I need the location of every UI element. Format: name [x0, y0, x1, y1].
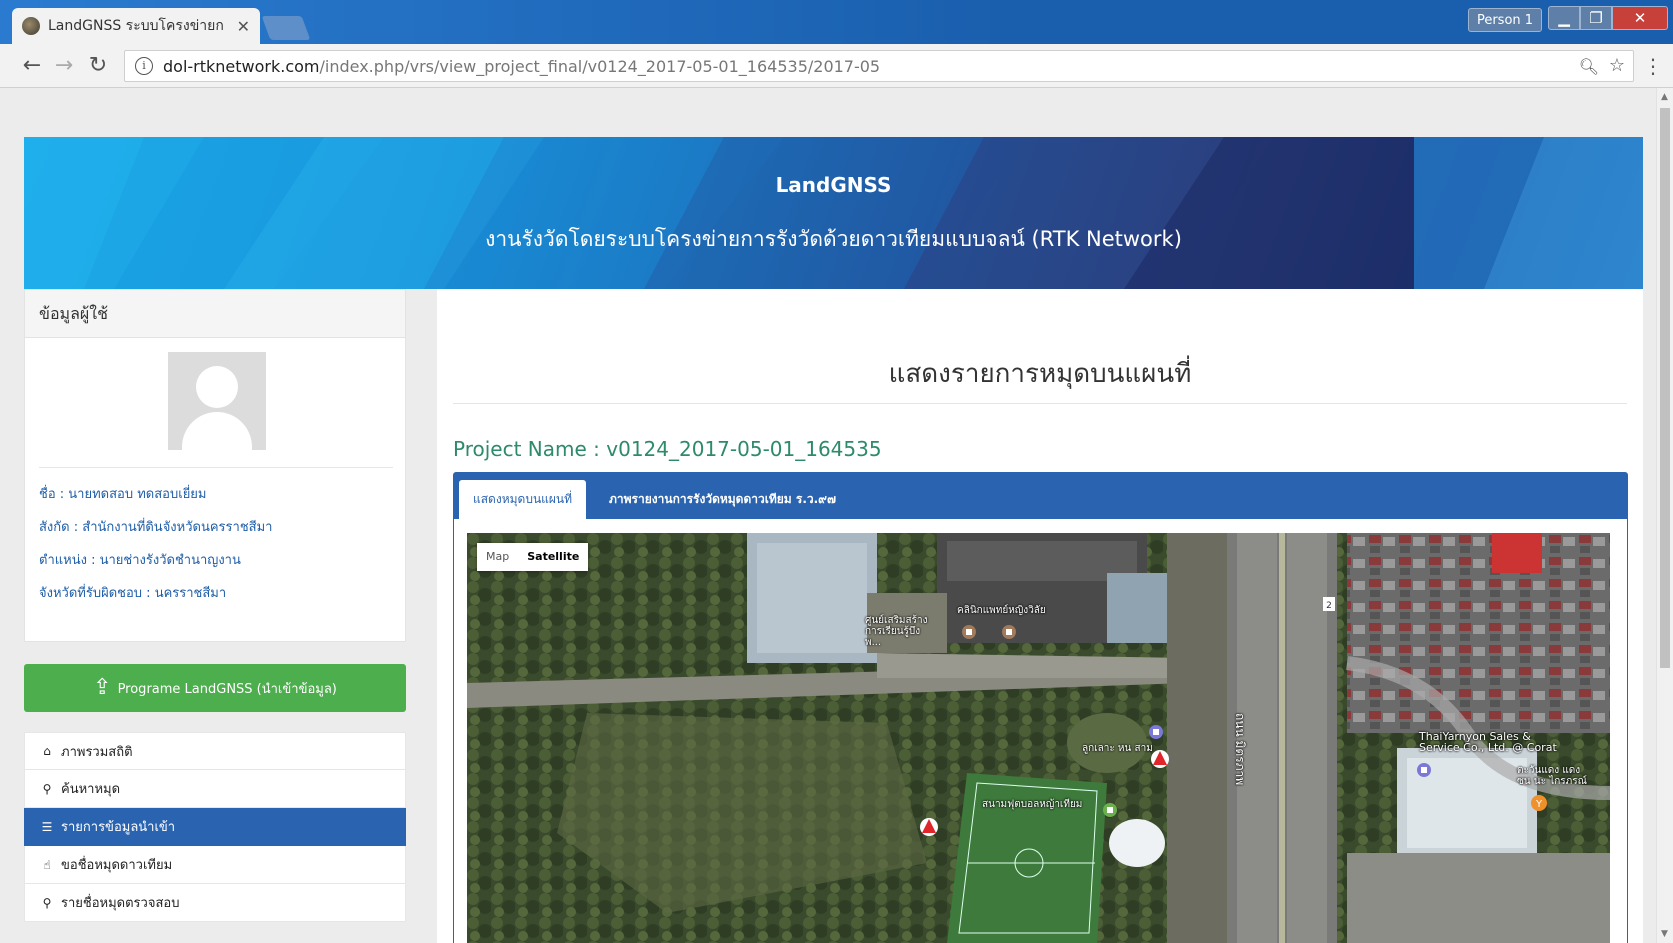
map-type-map-button[interactable]: Map	[477, 543, 518, 571]
tab-show-map[interactable]: แสดงหมุดบนแผนที่	[459, 480, 587, 519]
browser-toolbar: ← → ↻ i dol-rtknetwork.com/index.php/vrs…	[0, 44, 1673, 88]
hand-icon: ☝	[43, 857, 51, 872]
svg-text:Y: Y	[1535, 799, 1543, 810]
user-info-panel: ข้อมูลผู้ใช้ ชื่อ : นายทดสอบ ทดสอบเยี่ยม…	[24, 289, 406, 642]
page-title: แสดงรายการหมุดบนแผนที่	[888, 359, 1192, 389]
user-name-row: ชื่อ : นายทดสอบ ทดสอบเยี่ยม	[39, 487, 207, 502]
map-type-control: Map Satellite	[477, 543, 589, 571]
sidebar-item-statistics[interactable]: ⌂ ภาพรวมสถิติ	[24, 732, 406, 770]
map-type-satellite-button[interactable]: Satellite	[518, 543, 588, 571]
maximize-icon[interactable]: ❐	[1580, 6, 1612, 30]
tab-title: LandGNSS ระบบโครงข่ายก	[48, 18, 224, 34]
map-label-road: ถนน มิตรภาพ	[1233, 713, 1247, 786]
avatar	[168, 352, 266, 450]
map-label-place3: ลูกเลาะ หน สาม	[1082, 743, 1153, 754]
new-tab-button[interactable]	[261, 16, 311, 40]
upload-icon: ⇪	[93, 675, 112, 700]
header-banner: LandGNSS งานรังวัดโดยระบบโครงข่ายการรังว…	[24, 137, 1643, 289]
scroll-up-icon[interactable]: ▲	[1661, 92, 1668, 102]
search-icon: ⚲	[42, 781, 52, 796]
import-button-label: Programe LandGNSS (นำเข้าข้อมูล)	[117, 681, 337, 697]
map-label-place4: สนามฟุตบอลหญ้าเทียม	[982, 799, 1083, 810]
import-program-button[interactable]: ⇪ Programe LandGNSS (นำเข้าข้อมูล)	[24, 664, 406, 712]
window-close-icon[interactable]: ✕	[1612, 6, 1668, 30]
url-domain: dol-rtknetwork.com	[163, 56, 320, 76]
profile-button[interactable]: Person 1	[1468, 8, 1542, 32]
favicon-icon	[22, 17, 40, 35]
sidebar-item-check-points[interactable]: ⚲ รายชื่อหมุดตรวจสอบ	[24, 884, 406, 922]
zoom-icon[interactable]: 🔍︎	[1579, 57, 1599, 76]
divider	[39, 467, 393, 468]
browser-tab[interactable]: LandGNSS ระบบโครงข่ายก ✕	[12, 8, 260, 44]
bookmark-star-icon[interactable]: ☆	[1609, 55, 1625, 76]
scroll-thumb[interactable]	[1660, 108, 1670, 668]
site-subtitle: งานรังวัดโดยระบบโครงข่ายการรังวัดด้วยดาว…	[485, 227, 1182, 251]
project-name: Project Name : v0124_2017-05-01_164535	[453, 437, 882, 461]
map-label-place1: ศูนย์เสริมสร้าง การเรียนรู้บึงพ...	[865, 615, 928, 648]
page-content: LandGNSS งานรังวัดโดยระบบโครงข่ายการรังว…	[0, 88, 1673, 943]
map-label-place2: คลินิกแพทย์หญิงวิลัย	[957, 605, 1046, 616]
sidebar-item-request-name[interactable]: ☝ ขอชื่อหมุดดาวเทียม	[24, 846, 406, 884]
user-province-row: จังหวัดที่รับผิดชอบ : นครราชสีมา	[39, 586, 227, 601]
tab-survey-report[interactable]: ภาพรายงานการรังวัดหมุดดาวเทียม ร.ว.๙๗	[595, 480, 850, 519]
page-scrollbar[interactable]: ▲ ▼	[1656, 88, 1673, 943]
list-icon: ☰	[41, 819, 53, 834]
sidebar-item-import-list[interactable]: ☰ รายการข้อมูลนำเข้า	[24, 808, 406, 846]
user-position-row: ตำแหน่ง : นายช่างรังวัดชำนาญงาน	[39, 553, 241, 568]
scroll-down-icon[interactable]: ▼	[1661, 929, 1668, 939]
svg-text:2: 2	[1326, 601, 1332, 611]
site-title: LandGNSS	[775, 173, 892, 197]
user-panel-heading: ข้อมูลผู้ใช้	[25, 290, 405, 338]
user-office-row: สังกัด : สำนักงานที่ดินจังหวัดนครราชสีมา	[39, 520, 273, 535]
map-label-place6: ตะวันแดง แดง ซน นะ ไกรภรณ์	[1517, 765, 1587, 787]
address-bar[interactable]: i dol-rtknetwork.com/index.php/vrs/view_…	[124, 50, 1634, 82]
reload-icon[interactable]: ↻	[86, 54, 110, 78]
close-tab-icon[interactable]: ✕	[237, 17, 250, 36]
home-icon: ⌂	[43, 744, 51, 758]
info-icon[interactable]: i	[135, 57, 153, 75]
sidebar-item-search[interactable]: ⚲ ค้นหาหมุด	[24, 770, 406, 808]
minimize-icon[interactable]: ▁	[1548, 6, 1580, 30]
url-path: /index.php/vrs/view_project_final/v0124_…	[319, 56, 881, 76]
sidebar-menu: ⌂ ภาพรวมสถิติ ⚲ ค้นหาหมุด ☰ รายการข้อมูล…	[24, 732, 406, 922]
map-label-place5: ThaiYarnyon Sales & Service Co., Ltd. @ …	[1419, 730, 1557, 754]
browser-titlebar: LandGNSS ระบบโครงข่ายก ✕ Person 1 ▁ ❐ ✕	[0, 0, 1673, 44]
forward-icon[interactable]: →	[52, 54, 76, 78]
back-icon[interactable]: ←	[20, 54, 44, 78]
tab-bar: แสดงหมุดบนแผนที่ ภาพรายงานการรังวัดหมุดด…	[453, 472, 1628, 519]
map-pin-icon: ⚲	[42, 895, 52, 910]
banner-facets	[24, 137, 1643, 289]
divider	[453, 403, 1627, 404]
browser-menu-icon[interactable]: ⋮	[1643, 54, 1663, 78]
satellite-map[interactable]: Map Satellite ศูนย์เสริมสร้าง การเรียนรู…	[467, 533, 1610, 943]
